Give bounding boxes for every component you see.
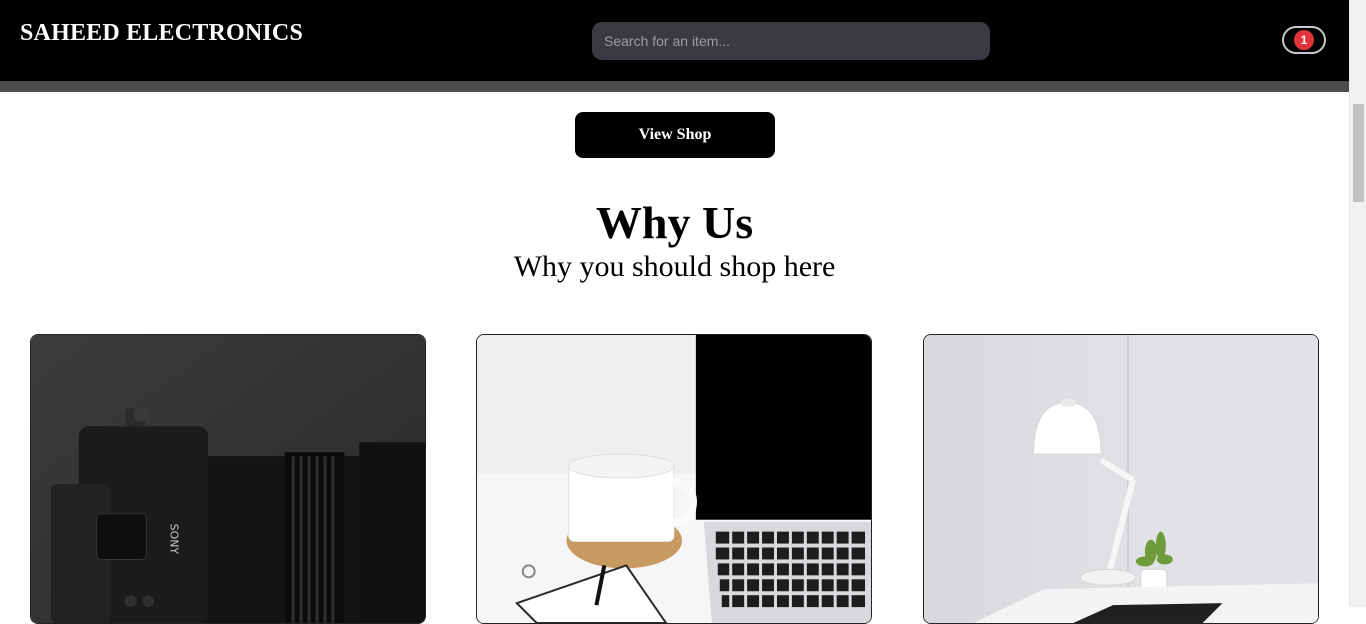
search-bar[interactable] bbox=[592, 22, 990, 60]
brand-logo[interactable]: SAHEED ELECTRONICS bbox=[20, 20, 303, 47]
desk-laptop-mug-photo bbox=[477, 335, 871, 623]
feature-card-desk bbox=[476, 334, 872, 624]
view-shop-button[interactable]: View Shop bbox=[575, 112, 775, 158]
navbar: SAHEED ELECTRONICS 1 bbox=[0, 0, 1349, 81]
feature-card-camera: SONY bbox=[30, 334, 426, 624]
desk-lamp-plant-photo bbox=[924, 335, 1318, 623]
scrollbar-thumb[interactable] bbox=[1353, 104, 1364, 202]
cart-count-badge: 1 bbox=[1294, 30, 1314, 50]
why-us-title: Why Us bbox=[595, 197, 754, 248]
page-scrollbar[interactable] bbox=[1349, 0, 1366, 607]
header-divider-strip bbox=[0, 81, 1349, 92]
camera-photo: SONY bbox=[31, 335, 425, 623]
why-us-subtitle: Why you should shop here bbox=[513, 250, 836, 283]
feature-card-lamp bbox=[923, 334, 1319, 624]
svg-text:SONY: SONY bbox=[167, 524, 180, 555]
cart-button[interactable]: 1 bbox=[1282, 26, 1326, 54]
search-input[interactable] bbox=[602, 32, 980, 50]
